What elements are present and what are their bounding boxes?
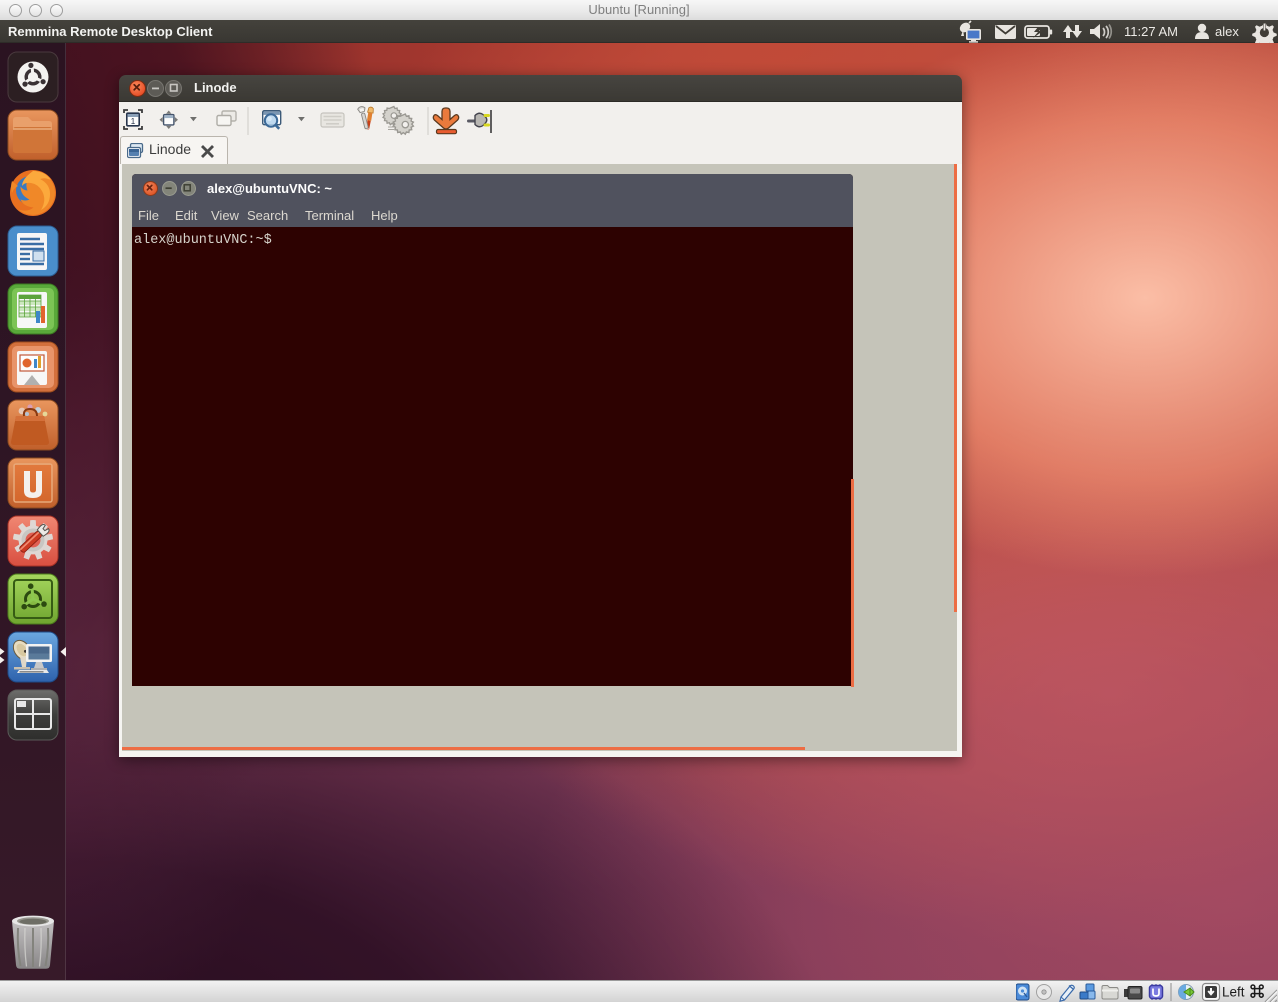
- svg-text:1: 1: [131, 117, 136, 126]
- svg-text:Left: Left: [1222, 985, 1245, 1000]
